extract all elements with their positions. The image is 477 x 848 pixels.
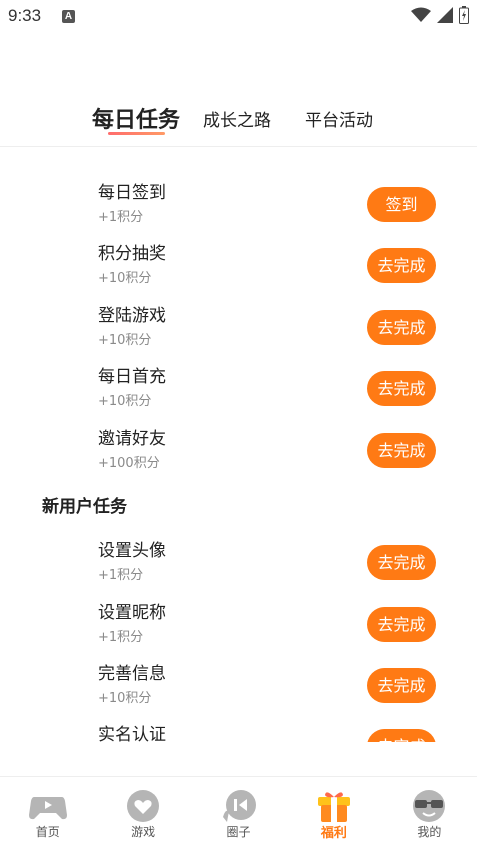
task-points: +1积分 [98, 568, 144, 583]
signal-icon [437, 7, 453, 23]
task-row: 邀请好友 +100积分 去完成 [0, 424, 477, 476]
wifi-icon [411, 7, 431, 22]
task-title: 每日签到 [98, 183, 166, 203]
go-complete-button[interactable]: 去完成 [367, 433, 436, 468]
task-points: +100积分 [98, 456, 160, 471]
nav-item-games[interactable]: 游戏 [95, 777, 190, 848]
task-title: 设置头像 [98, 541, 166, 561]
notification-a-icon: A [62, 10, 75, 23]
tab-platform-activities[interactable]: 平台活动 [305, 106, 373, 131]
go-complete-button[interactable]: 去完成 [367, 668, 436, 703]
task-title: 每日首充 [98, 367, 166, 387]
task-points: +1积分 [98, 210, 144, 225]
tab-daily-tasks[interactable]: 每日任务 [92, 102, 180, 134]
task-title: 登陆游戏 [98, 306, 166, 326]
task-row: 完善信息 +10积分 去完成 [0, 659, 477, 711]
nav-item-home[interactable]: 首页 [0, 777, 95, 848]
nav-item-mine[interactable]: 我的 [382, 777, 477, 848]
task-points: +10积分 [98, 691, 152, 706]
task-row: 实名认证 去完成 [0, 720, 477, 742]
tab-growth-path[interactable]: 成长之路 [203, 106, 271, 131]
nav-item-welfare[interactable]: 福利 [286, 777, 381, 848]
task-list[interactable]: 每日签到 +1积分 签到 积分抽奖 +10积分 去完成 登陆游戏 +10积分 去… [0, 170, 477, 742]
task-points: +10积分 [98, 271, 152, 286]
section-title-new-user: 新用户任务 [42, 497, 127, 517]
nav-label: 我的 [417, 825, 442, 839]
task-title: 邀请好友 [98, 429, 166, 449]
tabs-divider [0, 146, 477, 147]
battery-icon [459, 6, 469, 24]
gamepad-icon [28, 797, 67, 820]
task-row: 每日首充 +10积分 去完成 [0, 362, 477, 414]
checkin-button[interactable]: 签到 [367, 187, 436, 222]
task-title: 实名认证 [98, 725, 166, 742]
task-points: +10积分 [98, 394, 152, 409]
task-points: +1积分 [98, 630, 144, 645]
nav-label: 游戏 [131, 825, 156, 839]
gift-icon [317, 792, 350, 822]
status-icons [411, 6, 469, 24]
play-bubble-icon [222, 790, 256, 822]
task-points: +10积分 [98, 333, 152, 348]
go-complete-button[interactable]: 去完成 [367, 310, 436, 345]
nav-label: 福利 [320, 826, 347, 841]
task-title: 积分抽奖 [98, 244, 166, 264]
nav-label: 圈子 [226, 825, 251, 839]
task-title: 设置昵称 [98, 603, 166, 623]
heart-bubble-icon [127, 790, 160, 822]
bottom-nav: 首页 游戏 圈子 福利 我的 [0, 777, 477, 848]
sunglasses-face-icon [413, 790, 446, 822]
task-row: 每日签到 +1积分 签到 [0, 178, 477, 230]
task-row: 登陆游戏 +10积分 去完成 [0, 301, 477, 353]
go-complete-button[interactable]: 去完成 [367, 607, 436, 642]
go-complete-button[interactable]: 去完成 [367, 729, 436, 742]
go-complete-button[interactable]: 去完成 [367, 545, 436, 580]
top-tabs: 每日任务 成长之路 平台活动 [0, 100, 477, 146]
status-bar: 9:33 A [0, 0, 477, 34]
task-row: 设置昵称 +1积分 去完成 [0, 598, 477, 650]
nav-item-circle[interactable]: 圈子 [191, 777, 286, 848]
task-title: 完善信息 [98, 664, 166, 684]
status-time: 9:33 [8, 6, 42, 25]
task-row: 积分抽奖 +10积分 去完成 [0, 239, 477, 291]
nav-label: 首页 [35, 825, 60, 839]
active-tab-indicator [108, 132, 165, 135]
go-complete-button[interactable]: 去完成 [367, 248, 436, 283]
task-row: 设置头像 +1积分 去完成 [0, 536, 477, 588]
go-complete-button[interactable]: 去完成 [367, 371, 436, 406]
